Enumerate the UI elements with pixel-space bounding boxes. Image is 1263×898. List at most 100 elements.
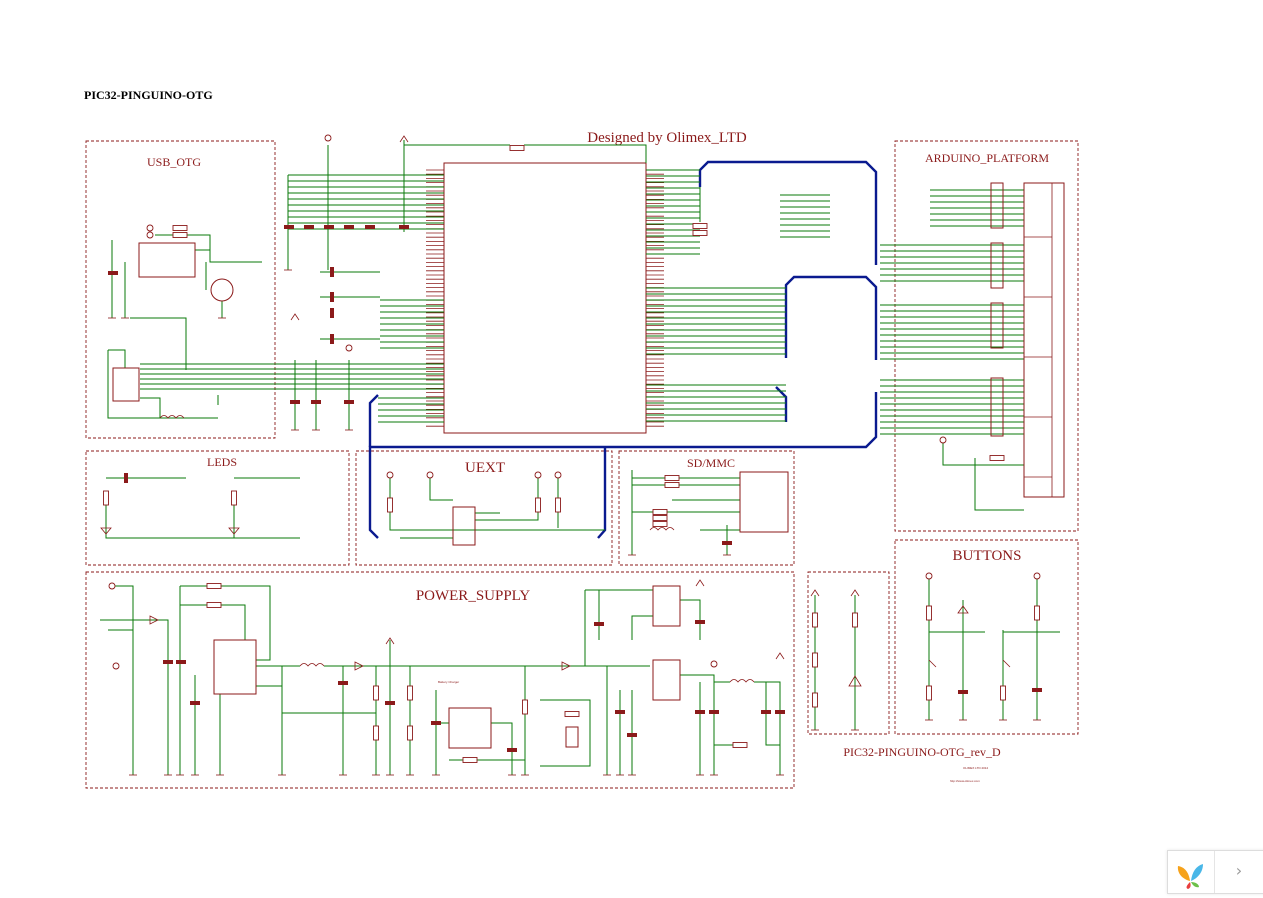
uext-connector: [452, 506, 476, 546]
resistor: [103, 490, 109, 506]
wire: [140, 397, 161, 418]
resistor: [462, 757, 478, 763]
inductor: [299, 663, 325, 667]
capacitor: [775, 710, 785, 714]
supply-terminal: [324, 134, 332, 142]
leaf-logo-icon[interactable]: [1168, 851, 1215, 893]
resistor: [926, 605, 932, 621]
wire: [108, 349, 126, 368]
wire: [680, 674, 715, 775]
capacitor: [695, 710, 705, 714]
buttons-box: [894, 539, 1079, 735]
supply-terminal: [426, 471, 434, 479]
leds-label: LEDS: [207, 455, 237, 469]
arduino-platform-box: [894, 140, 1079, 532]
revision-label: PIC32-PINGUINO-OTG_rev_D: [843, 745, 1001, 759]
header-connector: [990, 377, 1004, 437]
arduino-platform-label: ARDUINO_PLATFORM: [925, 151, 1049, 165]
push-button: [1002, 659, 1011, 668]
resistor: [206, 602, 222, 608]
wire: [524, 144, 647, 163]
wire: [540, 699, 591, 767]
capacitor: [507, 748, 517, 752]
resistor: [989, 455, 1005, 461]
resistor: [652, 509, 668, 515]
resistor: [172, 232, 188, 238]
wire: [115, 585, 134, 775]
resistor: [1034, 605, 1040, 621]
supply-terminal: [386, 471, 394, 479]
capacitor: [338, 681, 348, 685]
resistor: [564, 711, 580, 717]
capacitor: [304, 225, 314, 229]
website-label: http://www.olimex.com: [950, 779, 980, 783]
supply-terminal: [534, 471, 542, 479]
arduino-header-frame: [1023, 182, 1065, 498]
resistor: [522, 699, 528, 715]
sd-card-socket: [739, 471, 789, 533]
uext-label: UEXT: [465, 460, 505, 476]
resistor: [852, 612, 858, 628]
usb-switch-chip: [138, 242, 196, 278]
capacitor: [627, 733, 637, 737]
capacitor: [399, 225, 409, 229]
capacitor: [330, 267, 334, 277]
supply-terminal: [925, 572, 933, 580]
capacitor: [958, 690, 968, 694]
capacitor: [163, 660, 173, 664]
capacitor: [615, 710, 625, 714]
wire: [130, 317, 187, 370]
wire-network: [100, 140, 1060, 775]
capacitor: [284, 225, 294, 229]
inductor: [649, 527, 675, 531]
wire: [942, 443, 1024, 466]
resistor: [652, 515, 668, 521]
power-arrow: [695, 579, 705, 587]
resistor: [555, 497, 561, 513]
capacitor: [330, 308, 334, 318]
wire: [631, 615, 653, 640]
resistor: [373, 725, 379, 741]
capacitor: [344, 225, 354, 229]
sdmmc-label: SD/MMC: [687, 456, 735, 470]
resistor: [692, 223, 708, 229]
wire: [754, 681, 781, 775]
capacitor: [176, 660, 186, 664]
battery-charger-chip: [448, 707, 492, 749]
buttons-label: BUTTONS: [953, 548, 1022, 564]
capacitor: [311, 400, 321, 404]
capacitor: [190, 701, 200, 705]
supply-terminal: [146, 231, 154, 239]
wire: [155, 234, 262, 263]
capacitor: [594, 622, 604, 626]
dcdc-chip: [213, 639, 257, 695]
inductor: [729, 679, 755, 683]
usb-otg-box: [85, 140, 276, 439]
component-layer: [100, 134, 1053, 776]
copyright-label: OLIMEX LTD 2012: [963, 766, 988, 770]
wire: [100, 619, 169, 775]
resistor: [535, 497, 541, 513]
supply-terminal: [1033, 572, 1041, 580]
resistor: [812, 652, 818, 668]
power-arrow: [775, 652, 785, 660]
ldo-chip-2: [652, 659, 681, 701]
signal-bus: [368, 160, 878, 539]
power-supply-label: POWER_SUPPLY: [416, 588, 531, 604]
supply-terminal: [710, 660, 718, 668]
resistor: [373, 685, 379, 701]
supply-terminal: [112, 662, 120, 670]
capacitor: [695, 620, 705, 624]
supply-terminal: [554, 471, 562, 479]
usb-otg-label: USB_OTG: [147, 155, 201, 169]
resistor: [664, 482, 680, 488]
capacitor: [124, 473, 128, 483]
resistor: [172, 225, 188, 231]
capacitor: [344, 400, 354, 404]
resistor: [812, 692, 818, 708]
capacitor: [330, 292, 334, 302]
wire: [429, 478, 453, 501]
capacitor: [385, 701, 395, 705]
chevron-right-icon[interactable]: ›: [1215, 851, 1263, 893]
regulator-box: [807, 571, 890, 735]
